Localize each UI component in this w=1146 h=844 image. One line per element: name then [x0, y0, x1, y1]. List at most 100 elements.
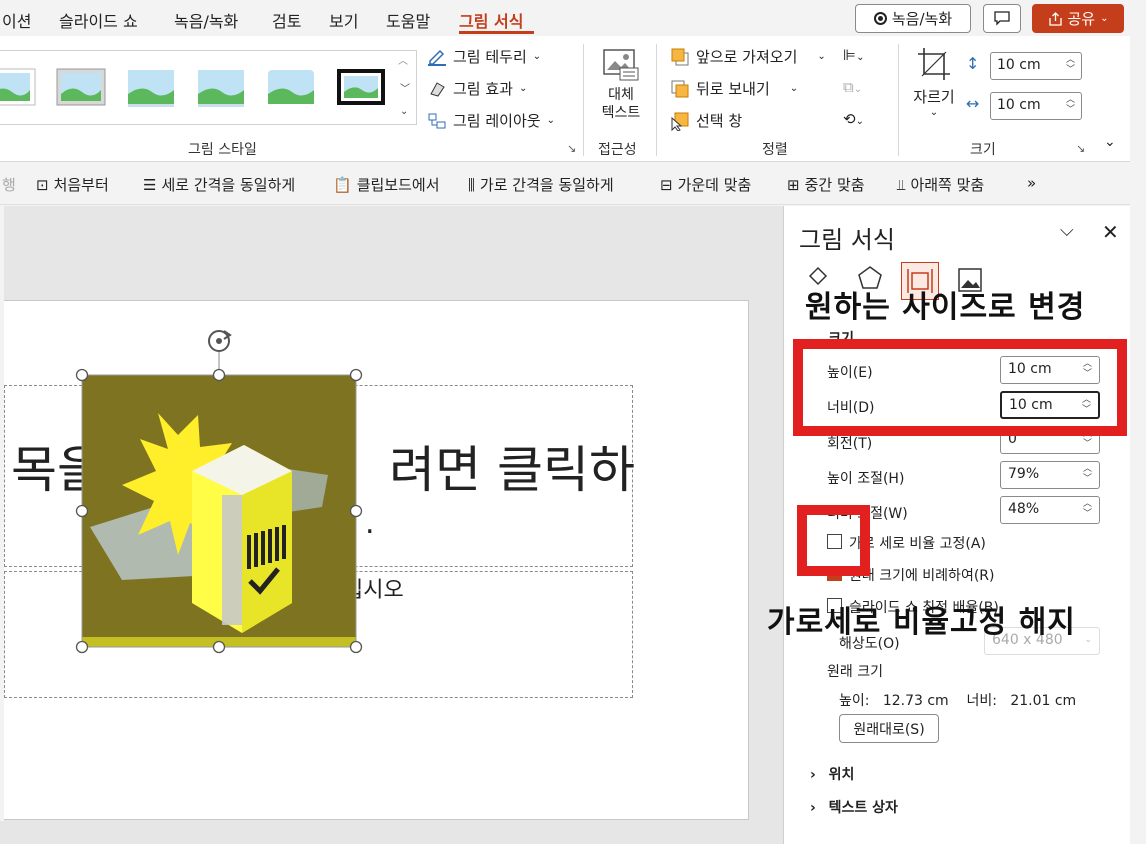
ribbon-height-input[interactable]: 10 cm ︿ ﹀ — [990, 52, 1082, 80]
crop-button[interactable]: 자르기 ⌄ — [910, 46, 958, 118]
qat-label: 중간 맞춤 — [804, 176, 865, 194]
pane-options-chevron-icon[interactable]: ⌵ — [1060, 220, 1074, 241]
style-thumbnail-3[interactable] — [126, 66, 176, 108]
record-button-label: 녹음/녹화 — [891, 10, 953, 28]
qat-distribute-vertical[interactable]: ☰ 세로 간격을 동일하게 — [143, 174, 295, 195]
scale-height-value: 79% — [1008, 466, 1040, 482]
tab-animation[interactable]: 이션 — [2, 8, 31, 32]
qat-label: 클립보드에서 — [356, 176, 440, 194]
ribbon-height-value: 10 cm — [997, 57, 1041, 73]
shape-width-icon: ↔ — [966, 94, 980, 113]
group-separator — [898, 44, 899, 156]
tab-recording[interactable]: 녹음/녹화 — [174, 8, 238, 32]
tab-slideshow[interactable]: 슬라이드 쇼 — [59, 8, 138, 32]
qat-align-center[interactable]: ⊟ 가운데 맞춤 — [660, 174, 751, 195]
selection-pane-button[interactable]: 선택 창 — [670, 110, 742, 131]
comments-button[interactable] — [983, 4, 1021, 33]
tab-review[interactable]: 검토 — [272, 8, 301, 32]
picture-styles-group-label: 그림 스타일 — [188, 142, 257, 158]
position-section-header[interactable]: › 위치 — [810, 764, 854, 784]
send-backward-label: 뒤로 보내기 — [696, 80, 770, 98]
alt-text-label-2: 텍스트 — [601, 105, 641, 121]
tab-picture-format[interactable]: 그림 서식 — [459, 8, 523, 32]
qat-more-button[interactable]: » — [1027, 174, 1036, 192]
comment-icon — [994, 11, 1010, 26]
picture-border-button[interactable]: 그림 테두리 ⌄ — [427, 46, 541, 67]
rotate-handle-icon[interactable] — [208, 330, 232, 352]
size-highlight-box — [793, 339, 1127, 436]
slide-canvas[interactable]: 목을 려면 클릭하 . 십시오 — [4, 300, 749, 820]
powerpoint-window: 이션 슬라이드 쇼 녹음/녹화 검토 보기 도움말 그림 서식 녹음/녹화 공유… — [0, 0, 1146, 844]
share-button-label: 공유 — [1067, 10, 1096, 28]
crop-icon — [918, 48, 950, 80]
effects-icon — [430, 81, 445, 97]
align-middle-icon: ⊞ — [787, 175, 800, 194]
rotate-objects-button[interactable]: ⟲⌄ — [843, 110, 864, 128]
slideshow-icon: ⊡ — [36, 175, 49, 194]
align-button[interactable]: ⊫⌄ — [843, 46, 864, 64]
qat-paste-clipboard[interactable]: 📋 클립보드에서 — [333, 174, 440, 195]
style-thumbnail-6[interactable] — [336, 66, 386, 108]
size-group-label: 크기 — [970, 142, 996, 158]
clipboard-icon: 📋 — [333, 175, 352, 194]
style-thumbnail-1[interactable] — [0, 66, 36, 108]
active-tab-underline — [459, 31, 534, 34]
layout-icon — [428, 113, 446, 128]
qat-align-bottom[interactable]: ⫫ 아래쪽 맞춤 — [897, 174, 984, 195]
slide-editing-area: 목을 려면 클릭하 . 십시오 — [4, 206, 783, 821]
quick-access-toolbar: 행 ⊡ 처음부터 ☰ 세로 간격을 동일하게 📋 클립보드에서 ⫼ 가로 간격을 동일하… — [0, 163, 1130, 205]
share-button[interactable]: 공유 ⌄ — [1032, 4, 1124, 33]
qat-label: 가로 간격을 동일하게 — [479, 176, 614, 194]
selected-picture[interactable] — [75, 330, 363, 654]
dialog-launcher-icon[interactable]: ↘ — [1076, 142, 1085, 155]
reset-size-label: 원래대로(S) — [853, 721, 925, 738]
textbox-section-header[interactable]: › 텍스트 상자 — [810, 797, 898, 817]
ribbon: ︿ ﹀ ⌄ 그림 테두리 ⌄ 그림 효과 ⌄ 그림 레이아웃 ⌄ 그림 스타일 ↘ 대… — [0, 36, 1130, 162]
gallery-scroll-up[interactable]: ︿ — [398, 52, 408, 67]
qat-label: 처음부터 — [53, 176, 109, 194]
gallery-scroll-down[interactable]: ﹀ — [400, 80, 410, 95]
chevron-down-icon: ⌄ — [1100, 13, 1109, 24]
bring-forward-label: 앞으로 가져오기 — [696, 48, 798, 66]
original-size-label: 원래 크기 — [827, 664, 883, 680]
collapse-ribbon-icon[interactable]: ⌄ — [1104, 134, 1116, 150]
dialog-launcher-icon[interactable]: ↘ — [567, 142, 576, 155]
record-button[interactable]: 녹음/녹화 — [855, 4, 971, 33]
tab-help[interactable]: 도움말 — [386, 8, 430, 32]
reset-size-button[interactable]: 원래대로(S) — [839, 714, 939, 743]
qat-distribute-horizontal[interactable]: ⫼ 가로 간격을 동일하게 — [468, 174, 614, 195]
send-backward-button[interactable]: 뒤로 보내기 ⌄ — [670, 78, 798, 99]
picture-layout-button[interactable]: 그림 레이아웃 ⌄ — [427, 110, 555, 131]
tab-view[interactable]: 보기 — [329, 8, 358, 32]
picture-border-label: 그림 테두리 — [453, 48, 527, 66]
crop-label: 자르기 — [913, 88, 955, 106]
qat-label: 가운데 맞춤 — [677, 176, 752, 194]
style-thumbnail-2[interactable] — [56, 66, 106, 108]
ribbon-width-value: 10 cm — [997, 97, 1041, 113]
status-strip — [0, 821, 783, 844]
qat-align-middle[interactable]: ⊞ 중간 맞춤 — [787, 174, 865, 195]
scale-width-input[interactable]: 48% ︿ ﹀ — [1000, 496, 1100, 524]
alt-text-button[interactable]: 대체 텍스트 — [596, 48, 646, 122]
align-center-icon: ⊟ — [660, 175, 673, 194]
chevron-right-icon: › — [810, 767, 816, 783]
close-icon[interactable]: ✕ — [1102, 220, 1119, 244]
qat-partial-item[interactable]: 행 — [2, 174, 16, 195]
style-thumbnail-5[interactable] — [266, 66, 316, 108]
ribbon-width-input[interactable]: 10 cm ︿ ﹀ — [990, 92, 1082, 120]
group-objects-button[interactable]: ⧉⌄ — [843, 78, 862, 96]
original-size-values: 높이: 12.73 cm 너비: 21.01 cm — [839, 693, 1077, 709]
chevron-right-icon: › — [810, 800, 816, 816]
arrange-group-label: 정렬 — [762, 142, 788, 158]
style-thumbnail-4[interactable] — [196, 66, 246, 108]
bring-forward-button[interactable]: 앞으로 가져오기 ⌄ — [670, 46, 826, 67]
gallery-more[interactable]: ⌄ — [400, 106, 408, 117]
selection-handles[interactable] — [75, 317, 363, 654]
align-bottom-icon: ⫫ — [897, 175, 906, 194]
group-separator — [583, 44, 584, 156]
qat-from-beginning[interactable]: ⊡ 처음부터 — [36, 174, 109, 195]
qat-label: 아래쪽 맞춤 — [910, 176, 985, 194]
picture-effects-button[interactable]: 그림 효과 ⌄ — [427, 78, 527, 99]
scale-height-input[interactable]: 79% ︿ ﹀ — [1000, 461, 1100, 489]
selection-pane-label: 선택 창 — [696, 112, 743, 130]
